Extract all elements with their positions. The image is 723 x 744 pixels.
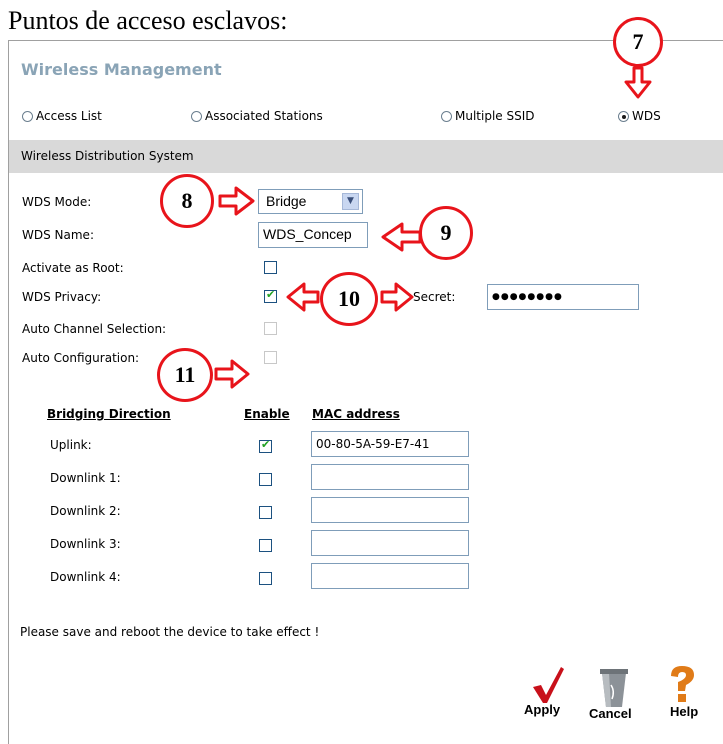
callout-7: 7 — [613, 17, 663, 67]
callout-11: 11 — [157, 348, 213, 402]
callout-8: 8 — [160, 174, 214, 228]
callout-arrows — [214, 66, 652, 389]
callout-9: 9 — [419, 206, 473, 260]
callout-10: 10 — [320, 272, 378, 326]
